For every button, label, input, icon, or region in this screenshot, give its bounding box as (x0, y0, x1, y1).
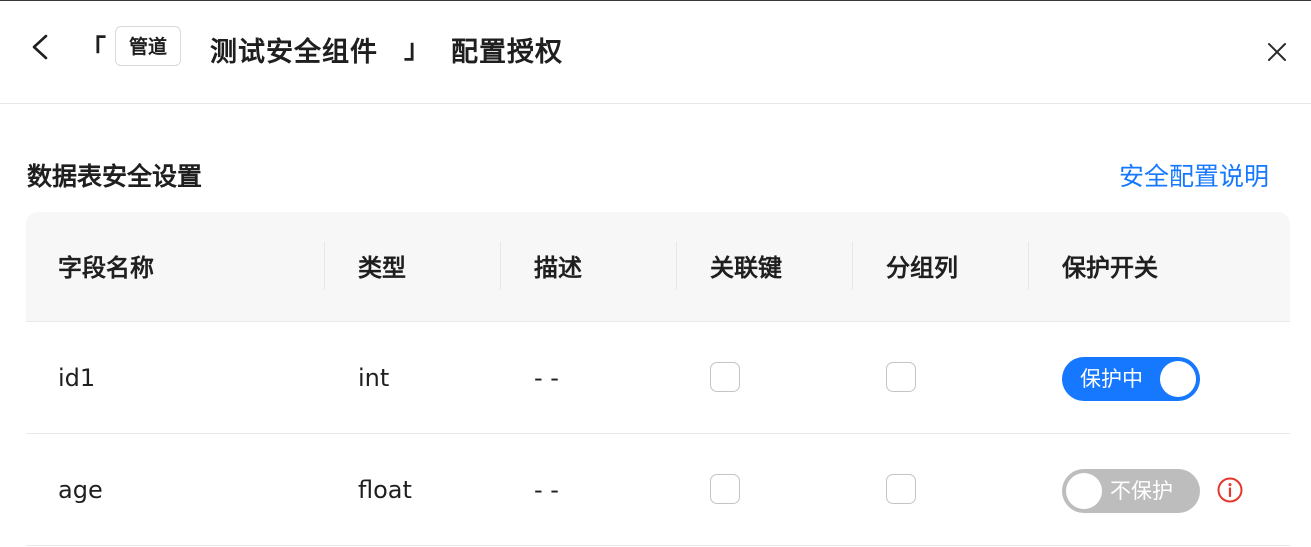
join-key-checkbox[interactable] (710, 362, 740, 392)
field-description-cell: - - (534, 476, 559, 504)
column-separator (852, 242, 853, 290)
toggle-knob (1066, 473, 1102, 509)
protect-toggle[interactable]: 不保护 (1062, 469, 1200, 513)
table-row: age float - - 不保护 (26, 434, 1290, 546)
field-type-cell: float (358, 476, 412, 504)
column-header-description: 描述 (534, 254, 582, 282)
protect-toggle-label: 保护中 (1080, 367, 1143, 391)
column-header-join-key: 关联键 (710, 254, 782, 282)
field-description-cell: - - (534, 364, 559, 392)
page-title: 配置授权 (451, 37, 563, 68)
column-separator (500, 242, 501, 290)
field-name-cell: age (58, 476, 103, 504)
join-key-checkbox[interactable] (710, 474, 740, 504)
group-column-checkbox[interactable] (886, 362, 916, 392)
field-name-cell: id1 (58, 364, 96, 392)
info-circle-icon[interactable] (1216, 476, 1244, 504)
close-icon (1268, 43, 1286, 61)
close-button[interactable] (1262, 37, 1292, 67)
back-button[interactable] (22, 29, 58, 65)
column-separator (1028, 242, 1029, 290)
chevron-left-icon (32, 34, 48, 60)
field-type-cell: int (358, 364, 390, 392)
column-header-type: 类型 (358, 254, 406, 282)
group-column-checkbox[interactable] (886, 474, 916, 504)
section-title: 数据表安全设置 (27, 162, 203, 191)
protect-toggle[interactable]: 保护中 (1062, 357, 1200, 401)
component-name: 测试安全组件 (210, 37, 378, 68)
security-config-help-link[interactable]: 安全配置说明 (1119, 157, 1269, 193)
field-security-table: 字段名称 类型 描述 关联键 分组列 保护开关 id1 int - - 保护中 … (26, 212, 1290, 546)
table-row: id1 int - - 保护中 (26, 322, 1290, 434)
title-bracket-open: 「 (80, 35, 107, 65)
column-separator (324, 242, 325, 290)
protect-toggle-label: 不保护 (1110, 479, 1173, 503)
column-header-field-name: 字段名称 (58, 254, 154, 282)
pipeline-tag: 管道 (115, 26, 182, 66)
column-separator (676, 242, 677, 290)
column-header-protect-switch: 保护开关 (1062, 254, 1158, 282)
toggle-knob (1160, 361, 1196, 397)
column-header-group-column: 分组列 (886, 254, 958, 282)
page-header: 「 管道 测试安全组件 」 配置授权 (0, 1, 1311, 104)
title-bracket-close: 」 (404, 35, 431, 65)
table-header: 字段名称 类型 描述 关联键 分组列 保护开关 (26, 212, 1290, 322)
